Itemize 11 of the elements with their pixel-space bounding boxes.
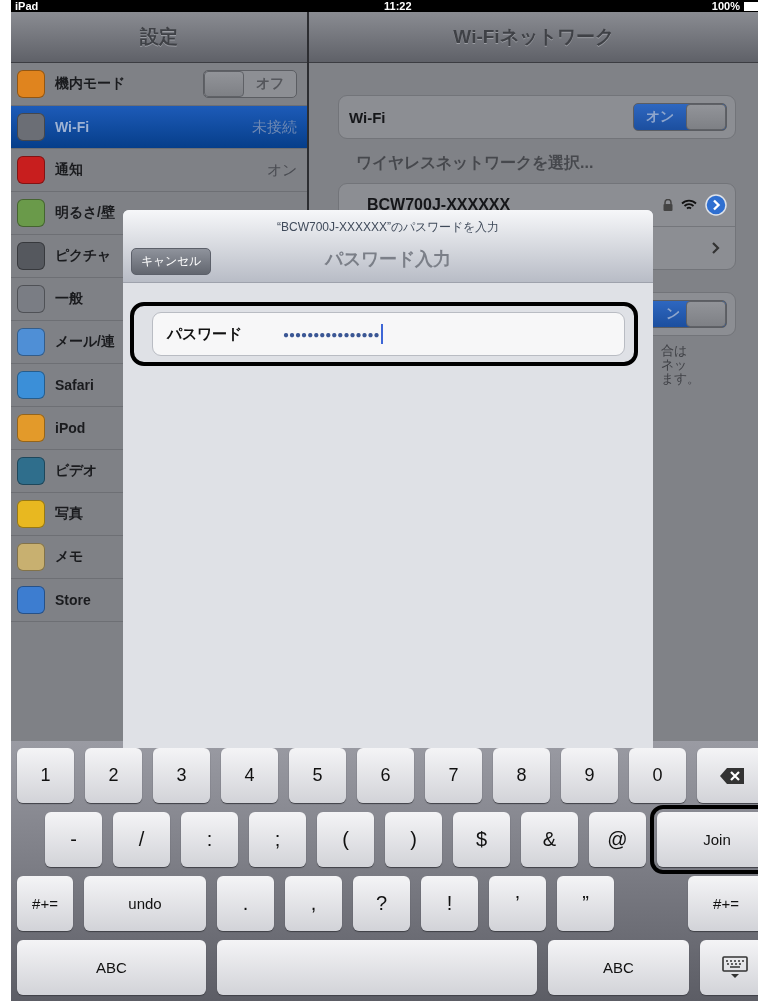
footer-text: ます。 [661, 372, 701, 386]
clock-time: 11:22 [384, 0, 412, 12]
battery-level: 100% [711, 0, 740, 12]
wifi-label: Wi-Fi [349, 108, 386, 126]
dialog-title: パスワード入力 [325, 248, 451, 271]
device-name: iPad [15, 0, 39, 12]
section-heading: ワイヤレスネットワークを選択... [356, 153, 595, 173]
detail-title: Wi-Fiネットワーク [453, 25, 614, 49]
footer-text: 合は [661, 344, 688, 358]
dialog-subtitle: “BCW700J-XXXXXX”のパスワードを入力 [276, 219, 500, 236]
sidebar-title: 設定 [140, 25, 178, 49]
